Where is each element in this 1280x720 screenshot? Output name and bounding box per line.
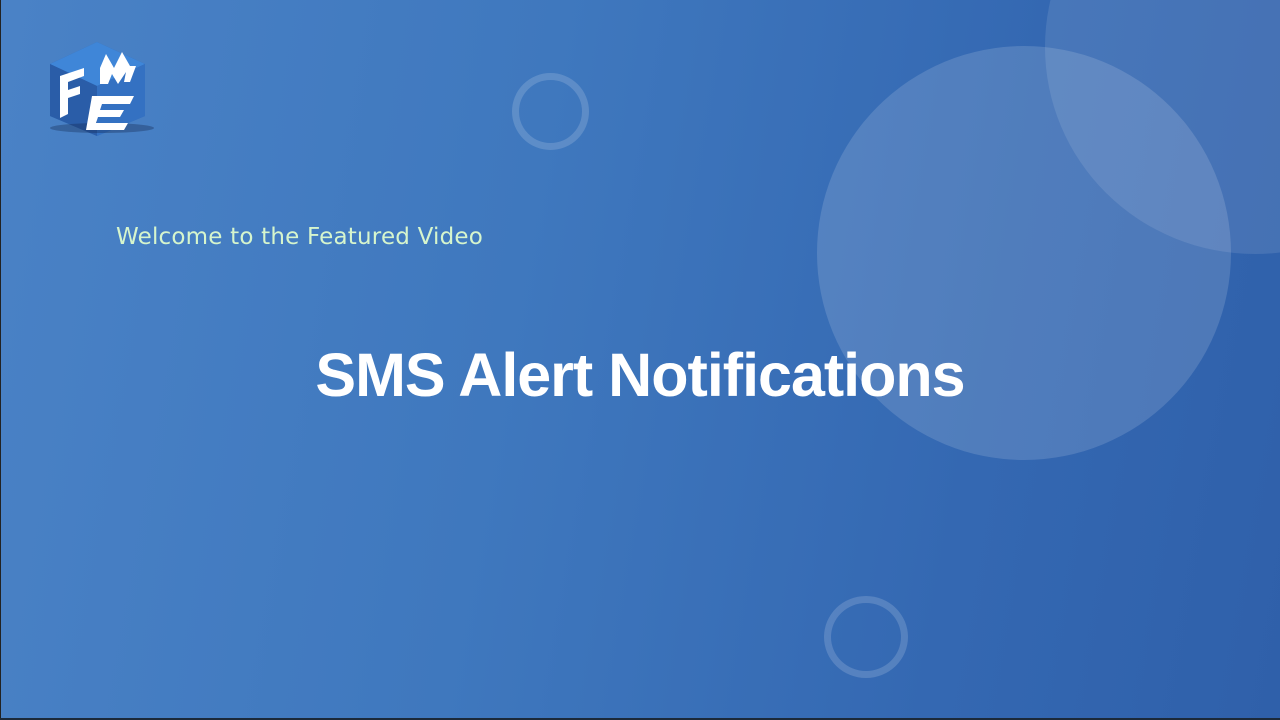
slide-title: SMS Alert Notifications	[315, 341, 965, 409]
decorative-ring-top	[512, 73, 589, 150]
fme-logo	[50, 42, 154, 136]
frame-edge-left	[0, 0, 1, 720]
welcome-subtitle: Welcome to the Featured Video	[116, 224, 484, 250]
decorative-ring-bottom	[824, 596, 908, 678]
featured-video-slide: Welcome to the Featured Video SMS Alert …	[0, 0, 1280, 720]
